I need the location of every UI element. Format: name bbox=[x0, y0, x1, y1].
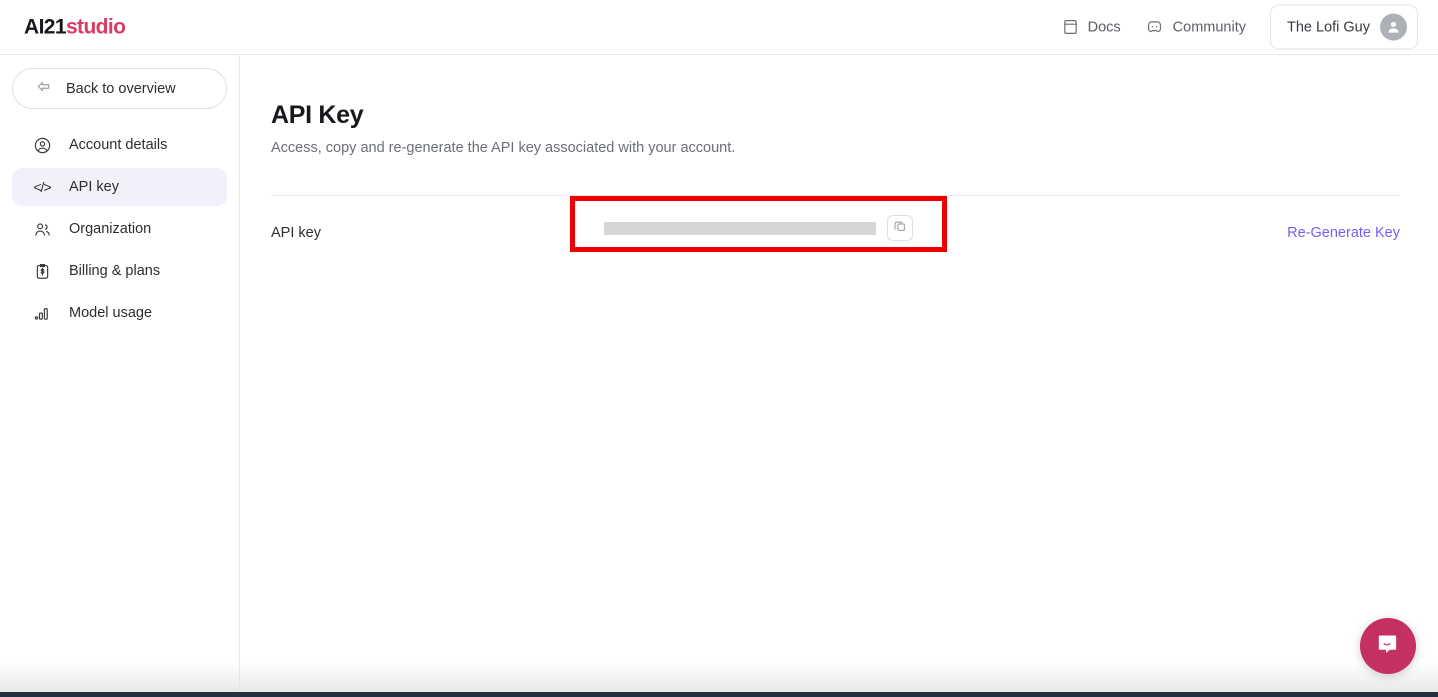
users-icon bbox=[32, 219, 52, 239]
regenerate-key-link[interactable]: Re-Generate Key bbox=[1287, 225, 1400, 241]
sidebar-item-account-details[interactable]: Account details bbox=[12, 126, 227, 164]
top-header: AI21studio Docs Community The Lofi Guy bbox=[0, 0, 1438, 55]
sidebar: Back to overview Account details </> API… bbox=[0, 55, 240, 697]
api-key-field-group bbox=[604, 215, 913, 241]
sidebar-item-billing-plans[interactable]: Billing & plans bbox=[12, 252, 227, 290]
logo-primary-text: AI21 bbox=[24, 15, 67, 39]
sidebar-item-billing-plans-label: Billing & plans bbox=[69, 263, 161, 279]
sidebar-item-account-details-label: Account details bbox=[69, 137, 168, 153]
community-link[interactable]: Community bbox=[1145, 18, 1246, 37]
community-link-label: Community bbox=[1172, 19, 1246, 35]
back-to-overview-button[interactable]: Back to overview bbox=[12, 68, 227, 109]
section-divider bbox=[271, 195, 1400, 196]
api-key-masked-value[interactable] bbox=[604, 221, 876, 235]
sidebar-item-api-key-label: API key bbox=[69, 179, 119, 195]
ai21-studio-logo[interactable]: AI21studio bbox=[24, 15, 126, 39]
copy-api-key-button[interactable] bbox=[887, 215, 913, 241]
copy-icon bbox=[893, 219, 907, 238]
sidebar-item-model-usage-label: Model usage bbox=[69, 305, 153, 321]
book-icon bbox=[1062, 19, 1079, 36]
bottom-edge-bar bbox=[0, 692, 1438, 697]
docs-link[interactable]: Docs bbox=[1062, 19, 1121, 36]
arrow-left-icon bbox=[34, 77, 53, 101]
discord-icon bbox=[1145, 18, 1164, 37]
main-content: API Key Access, copy and re-generate the… bbox=[240, 55, 1438, 697]
billing-clipboard-icon bbox=[32, 261, 52, 281]
bar-chart-icon bbox=[32, 303, 52, 323]
code-icon: </> bbox=[33, 179, 51, 195]
header-actions: Docs Community The Lofi Guy bbox=[1062, 4, 1418, 50]
docs-link-label: Docs bbox=[1087, 19, 1121, 35]
sidebar-item-organization-label: Organization bbox=[69, 221, 152, 237]
logo-accent-text: studio bbox=[65, 15, 126, 39]
user-circle-icon bbox=[32, 135, 52, 155]
chat-bubble-icon bbox=[1375, 631, 1401, 662]
user-name-label: The Lofi Guy bbox=[1286, 19, 1370, 35]
sidebar-item-model-usage[interactable]: Model usage bbox=[12, 294, 227, 332]
page-title: API Key bbox=[271, 101, 364, 129]
sidebar-item-api-key[interactable]: </> API key bbox=[12, 168, 227, 206]
user-menu-button[interactable]: The Lofi Guy bbox=[1269, 4, 1418, 50]
app-root: AI21studio Docs Community The Lofi Guy B… bbox=[0, 0, 1438, 697]
avatar-icon bbox=[1380, 13, 1407, 41]
sidebar-item-organization[interactable]: Organization bbox=[12, 210, 227, 248]
chat-launcher-button[interactable] bbox=[1360, 618, 1416, 674]
api-key-label: API key bbox=[271, 225, 321, 241]
page-subtitle: Access, copy and re-generate the API key… bbox=[271, 140, 736, 156]
api-key-row: API key Re-Generate Key bbox=[271, 205, 1400, 265]
sidebar-nav: Account details </> API key Organization bbox=[0, 126, 239, 332]
back-to-overview-label: Back to overview bbox=[66, 80, 176, 97]
